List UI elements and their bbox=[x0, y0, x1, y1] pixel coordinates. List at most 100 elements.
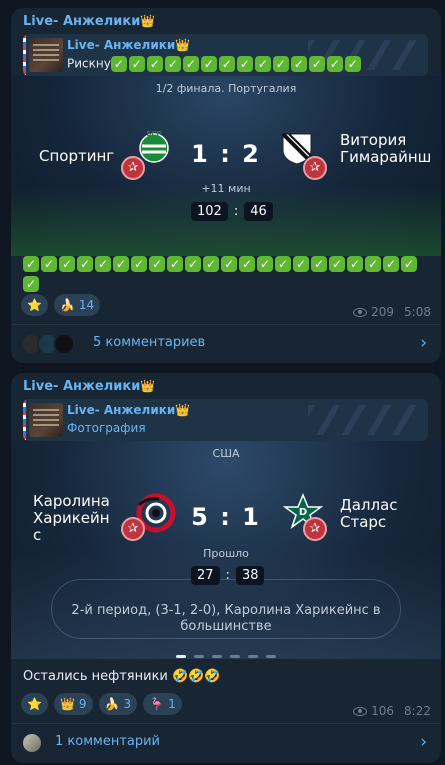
reaction-chip[interactable]: 🍌 3 bbox=[98, 693, 138, 715]
carousel-dot[interactable] bbox=[230, 655, 240, 658]
check-mark-icon: ✓ bbox=[344, 56, 361, 72]
league-label: США bbox=[212, 447, 240, 460]
carousel-dot[interactable] bbox=[266, 655, 276, 658]
carousel-dot[interactable] bbox=[248, 655, 258, 658]
reply-preview[interactable]: Live- Анжелики👑 Фотография bbox=[23, 399, 428, 441]
reply-text: Рискну ✓ ✓ ✓ ✓ ✓ ✓ ✓ ✓ ✓ ✓ ✓ ✓ ✓ ✓ bbox=[67, 56, 363, 72]
check-mark-icon: ✓ bbox=[290, 56, 307, 72]
extra-time: +11 мин bbox=[201, 182, 251, 195]
message-time: 8:22 bbox=[404, 704, 431, 718]
match-timer: 102 : 46 bbox=[191, 202, 273, 221]
commenter-avatars bbox=[21, 333, 75, 355]
reply-background-pattern bbox=[308, 405, 418, 435]
check-mark-icon: ✓ bbox=[308, 56, 325, 72]
reaction-chip[interactable]: 🍌 14 bbox=[53, 294, 101, 316]
carousel-dot[interactable] bbox=[176, 655, 186, 658]
channel-author[interactable]: Live- Анжелики👑 bbox=[23, 14, 155, 29]
comments-button[interactable]: 1 комментарий › bbox=[11, 723, 441, 761]
timer-minutes: 102 bbox=[191, 202, 228, 221]
reply-thumbnail bbox=[29, 403, 63, 437]
reaction-emoji-icon: 🍌 bbox=[59, 298, 75, 312]
check-mark-icon: ✓ bbox=[200, 56, 217, 72]
match-status: Прошло bbox=[203, 547, 249, 560]
match-description: 2-й период, (3-1, 2-0), Каролина Харикей… bbox=[71, 603, 381, 634]
check-mark-icon: ✓ bbox=[203, 255, 219, 272]
score-card[interactable]: США Каролина Харикейн с ✰ 5 : 1 Прошло 2… bbox=[11, 441, 441, 659]
favorite-star-icon[interactable]: ✰ bbox=[303, 156, 327, 180]
channel-author[interactable]: Live- Анжелики👑 bbox=[23, 379, 155, 394]
check-mark-icon: ✓ bbox=[401, 255, 417, 272]
check-mark-icon: ✓ bbox=[383, 255, 399, 272]
timer-separator: : bbox=[225, 568, 230, 583]
check-mark-icon: ✓ bbox=[254, 56, 271, 72]
comments-count-label: 1 комментарий bbox=[55, 734, 161, 749]
check-mark-icon: ✓ bbox=[275, 255, 291, 272]
reply-author: Live- Анжелики👑 bbox=[67, 403, 191, 417]
reply-accent-bar bbox=[23, 34, 26, 76]
reaction-emoji-icon: 🍌 bbox=[104, 697, 120, 711]
reply-author: Live- Анжелики👑 bbox=[67, 38, 191, 52]
reply-preview[interactable]: Live- Анжелики👑 Рискну ✓ ✓ ✓ ✓ ✓ ✓ ✓ ✓ ✓ ✓ ✓ ✓ ✓ ✓ bbox=[23, 34, 428, 76]
reaction-chip[interactable]: 👑 9 bbox=[53, 693, 93, 715]
check-emoji-row: ✓ ✓ ✓ ✓ ✓ ✓ ✓ ✓ ✓ ✓ ✓ ✓ ✓ ✓ ✓ ✓ ✓ ✓ ✓ ✓ ✓ ✓✓ bbox=[23, 254, 433, 294]
svg-text:D: D bbox=[299, 507, 307, 518]
check-mark-icon: ✓ bbox=[95, 255, 111, 272]
check-mark-icon: ✓ bbox=[182, 56, 199, 72]
message-meta: 209 5:08 bbox=[353, 305, 431, 319]
match-timer: 27 : 38 bbox=[191, 566, 265, 585]
avatar bbox=[21, 732, 43, 754]
carousel-dot[interactable] bbox=[194, 655, 204, 658]
message-post-1: Live- Анжелики👑 Live- Анжелики👑 Рискну ✓ ✓… bbox=[11, 8, 441, 363]
pitch-background bbox=[11, 186, 441, 256]
check-mark-icon: ✓ bbox=[167, 255, 183, 272]
reaction-count: 1 bbox=[168, 697, 176, 711]
check-mark-icon: ✓ bbox=[218, 56, 235, 72]
check-mark-icon: ✓ bbox=[128, 56, 145, 72]
check-mark-icon: ✓ bbox=[131, 255, 147, 272]
away-team-name: Витория Гимарайнш bbox=[340, 131, 432, 166]
reaction-emoji-icon: ⭐ bbox=[27, 697, 42, 711]
reaction-count: 3 bbox=[123, 697, 132, 711]
carousel-dots[interactable] bbox=[11, 647, 441, 659]
check-mark-icon: ✓ bbox=[236, 56, 253, 72]
reaction-emoji-icon: ⭐ bbox=[27, 298, 42, 312]
reaction-count: 9 bbox=[78, 697, 87, 711]
view-count: 209 bbox=[371, 305, 395, 319]
check-mark-icon: ✓ bbox=[311, 255, 327, 272]
reply-accent-bar bbox=[23, 399, 26, 441]
chevron-right-icon: › bbox=[420, 732, 427, 752]
check-mark-icon: ✓ bbox=[41, 255, 57, 272]
reply-text: Фотография bbox=[67, 421, 146, 435]
commenter-avatars bbox=[21, 732, 43, 754]
comments-button[interactable]: 5 комментариев › bbox=[11, 324, 441, 362]
timer-seconds: 46 bbox=[244, 202, 273, 221]
check-mark-icon: ✓ bbox=[185, 255, 201, 272]
score-card[interactable]: 1/2 финала. Португалия Спортинг SCP ✰ 1 … bbox=[11, 76, 441, 256]
timer-minutes: 27 bbox=[191, 566, 220, 585]
check-mark-icon: ✓ bbox=[110, 56, 127, 72]
author-name: Live- Анжелики bbox=[23, 379, 141, 394]
view-count: 106 bbox=[371, 704, 395, 718]
check-mark-icon: ✓ bbox=[239, 255, 255, 272]
views-eye-icon bbox=[353, 307, 368, 317]
reactions-bar: ⭐ 👑 9 🍌 3 🦩 1 bbox=[21, 693, 182, 715]
timer-seconds: 38 bbox=[235, 566, 265, 585]
check-mark-icon: ✓ bbox=[329, 255, 345, 272]
check-mark-icon: ✓ bbox=[59, 255, 75, 272]
check-mark-icon: ✓ bbox=[113, 255, 129, 272]
check-mark-icon: ✓ bbox=[365, 255, 381, 272]
reactions-bar: ⭐ 🍌 14 bbox=[21, 294, 101, 316]
message-time: 5:08 bbox=[404, 305, 431, 319]
carousel-dot[interactable] bbox=[212, 655, 222, 658]
laughing-emoji: 🤣🤣🤣 bbox=[172, 669, 221, 684]
check-mark-icon: ✓ bbox=[326, 56, 343, 72]
reaction-chip[interactable]: ⭐ bbox=[21, 294, 48, 316]
avatar bbox=[53, 333, 75, 355]
favorite-star-icon[interactable]: ✰ bbox=[303, 517, 327, 541]
check-mark-icon: ✓ bbox=[272, 56, 289, 72]
reaction-chip[interactable]: 🦩 1 bbox=[143, 693, 182, 715]
svg-text:SCP: SCP bbox=[146, 130, 161, 138]
check-mark-icon: ✓ bbox=[293, 255, 309, 272]
views-eye-icon bbox=[353, 706, 368, 716]
reaction-chip[interactable]: ⭐ bbox=[21, 693, 48, 715]
